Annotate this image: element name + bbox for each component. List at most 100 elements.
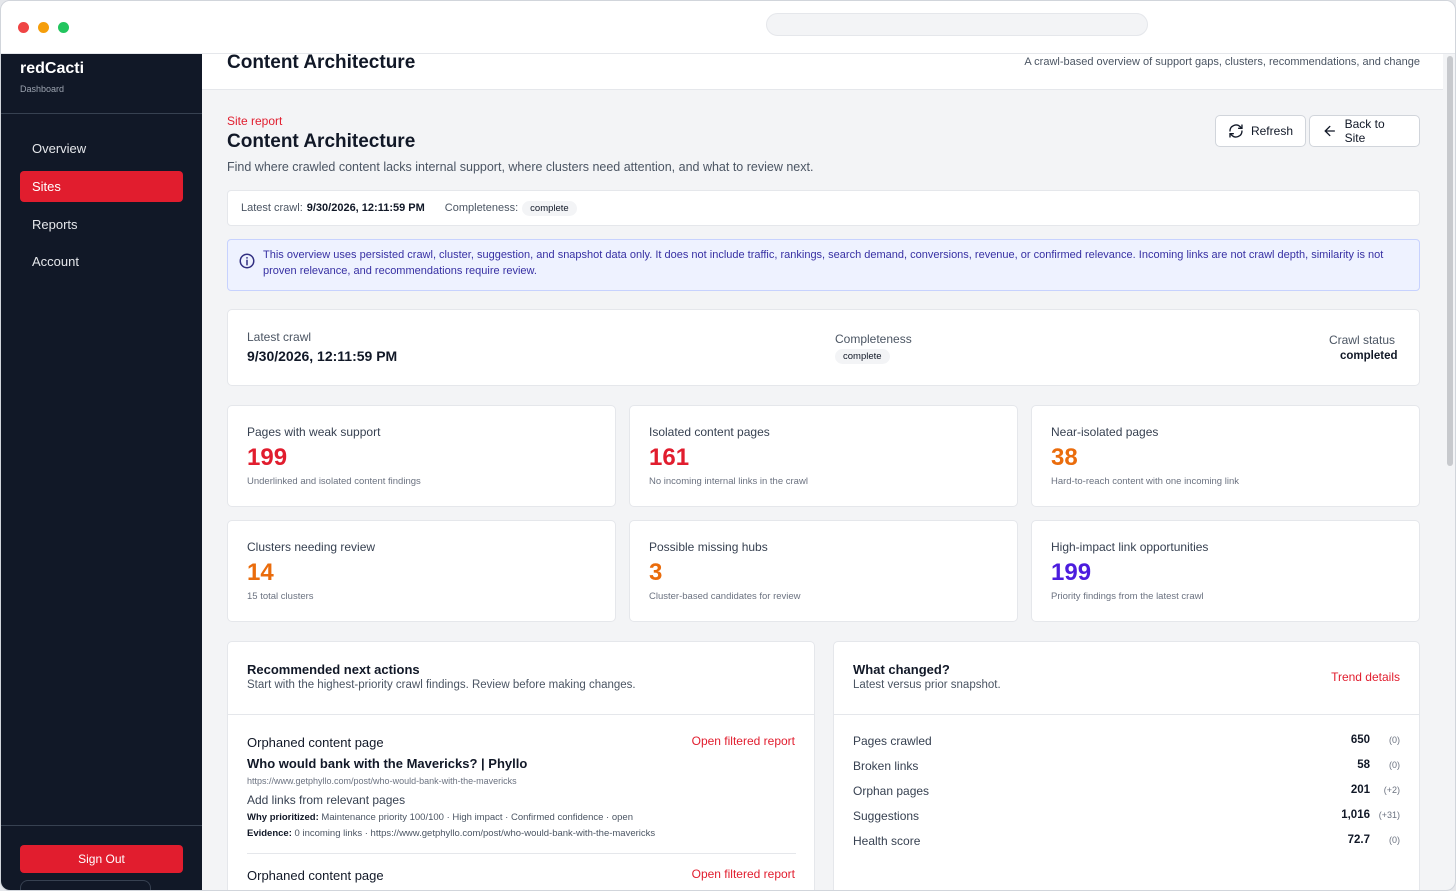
- arrow-left-icon: [1324, 125, 1335, 137]
- open-filtered-report-link[interactable]: Open filtered report: [692, 867, 795, 881]
- metric-value: 199: [247, 444, 288, 471]
- metric-value: 161: [649, 444, 690, 471]
- action-recommendation: Add links from relevant pages: [247, 793, 406, 807]
- app-window: redCacti Dashboard Overview Sites Report…: [0, 0, 1456, 891]
- actions-title: Recommended next actions: [247, 662, 420, 677]
- summary-completeness-label: Completeness: [835, 332, 912, 346]
- change-row-suggestions: Suggestions 1,016 (+31): [853, 809, 1400, 825]
- summary-status-label: Crawl status: [1328, 333, 1395, 347]
- change-label: Broken links: [853, 759, 919, 773]
- what-changed-panel: What changed? Latest versus prior snapsh…: [833, 641, 1420, 890]
- metric-value: 3: [649, 559, 663, 586]
- refresh-icon: [1229, 124, 1243, 138]
- metric-description: Underlinked and isolated content finding…: [247, 476, 421, 487]
- metric-description: Cluster-based candidates for review: [649, 591, 801, 602]
- data-scope-notice: This overview uses persisted crawl, clus…: [227, 239, 1420, 291]
- change-label: Suggestions: [853, 809, 920, 823]
- metric-label: Clusters needing review: [247, 540, 376, 554]
- panel-divider: [834, 714, 1419, 715]
- metric-card-near-isolated[interactable]: Near-isolated pages 38 Hard-to-reach con…: [1031, 405, 1420, 507]
- sidebar-item-reports[interactable]: Reports: [20, 209, 183, 240]
- metric-card-missing-hubs[interactable]: Possible missing hubs 3 Cluster-based ca…: [629, 520, 1018, 622]
- sidebar-item-account[interactable]: Account: [20, 246, 183, 277]
- sidebar-footer-toolbar: [20, 880, 151, 890]
- metric-card-isolated-pages[interactable]: Isolated content pages 161 No incoming i…: [629, 405, 1018, 507]
- change-delta: (0): [1389, 760, 1400, 770]
- summary-status-value: completed: [1340, 350, 1398, 362]
- back-to-site-button[interactable]: Back to Site: [1309, 115, 1420, 147]
- metric-card-clusters-review[interactable]: Clusters needing review 14 15 total clus…: [227, 520, 616, 622]
- metric-value: 14: [247, 559, 274, 586]
- action-type: Orphaned content page: [247, 868, 384, 883]
- minimize-window-button[interactable]: [38, 22, 49, 33]
- change-row-orphan-pages: Orphan pages 201 (+2): [853, 784, 1400, 800]
- action-type: Orphaned content page: [247, 735, 384, 750]
- metric-label: Pages with weak support: [247, 425, 381, 439]
- metric-card-link-opportunities[interactable]: High-impact link opportunities 199 Prior…: [1031, 520, 1420, 622]
- back-to-site-label: Back to Site: [1344, 117, 1385, 145]
- change-delta: (0): [1389, 835, 1400, 845]
- metric-label: Near-isolated pages: [1051, 425, 1159, 439]
- sidebar-item-overview[interactable]: Overview: [20, 133, 183, 164]
- brand-subtitle: Dashboard: [20, 84, 65, 94]
- change-value: 58: [1357, 759, 1370, 771]
- metric-description: 15 total clusters: [247, 591, 314, 602]
- completeness-badge: complete: [522, 200, 577, 216]
- metric-description: Hard-to-reach content with one incoming …: [1051, 476, 1239, 487]
- crawl-info-bar: Latest crawl: 9/30/2026, 12:11:59 PM Com…: [227, 190, 1420, 226]
- action-page-url[interactable]: https://www.getphyllo.com/post/who-would…: [247, 776, 517, 786]
- sign-out-button[interactable]: Sign Out: [20, 845, 183, 873]
- trend-details-link[interactable]: Trend details: [1331, 670, 1400, 684]
- metric-description: Priority findings from the latest crawl: [1051, 591, 1204, 602]
- maximize-window-button[interactable]: [58, 22, 69, 33]
- vertical-scrollbar[interactable]: [1447, 56, 1453, 466]
- evidence-value: 0 incoming links · https://www.getphyllo…: [294, 828, 656, 839]
- page-header: Content Architecture A crawl-based overv…: [202, 54, 1443, 90]
- action-page-title[interactable]: Who would bank with the Mavericks? | Phy…: [247, 756, 527, 771]
- title-bar: [1, 1, 1455, 54]
- evidence-label: Evidence:: [247, 828, 292, 839]
- change-delta: (0): [1389, 735, 1400, 745]
- change-label: Health score: [853, 834, 921, 848]
- metric-value: 38: [1051, 444, 1078, 471]
- change-row-broken-links: Broken links 58 (0): [853, 759, 1400, 775]
- address-bar[interactable]: [766, 13, 1148, 36]
- recommended-actions-panel: Recommended next actions Start with the …: [227, 641, 815, 890]
- metric-description: No incoming internal links in the crawl: [649, 476, 808, 487]
- summary-latest-value: 9/30/2026, 12:11:59 PM: [247, 348, 398, 364]
- metric-label: Possible missing hubs: [649, 540, 768, 554]
- refresh-label: Refresh: [1250, 124, 1293, 138]
- action-why-prioritized: Why prioritized: Maintenance priority 10…: [247, 812, 633, 823]
- refresh-button[interactable]: Refresh: [1215, 115, 1306, 147]
- header-title: Content Architecture: [227, 54, 416, 73]
- crawl-summary-card: Latest crawl 9/30/2026, 12:11:59 PM Comp…: [227, 309, 1420, 386]
- change-value: 650: [1350, 734, 1370, 746]
- change-row-pages-crawled: Pages crawled 650 (0): [853, 734, 1400, 750]
- change-label: Pages crawled: [853, 734, 932, 748]
- change-value: 1,016: [1341, 809, 1370, 821]
- notice-text: This overview uses persisted crawl, clus…: [263, 249, 1384, 277]
- sidebar-divider: [1, 113, 202, 114]
- page-description: Find where crawled content lacks interna…: [227, 160, 814, 174]
- metric-card-weak-support[interactable]: Pages with weak support 199 Underlinked …: [227, 405, 616, 507]
- sidebar-item-sites[interactable]: Sites: [20, 171, 183, 202]
- change-value: 72.7: [1347, 834, 1370, 846]
- change-row-health-score: Health score 72.7 (0): [853, 834, 1400, 850]
- brand-name[interactable]: redCacti: [20, 60, 84, 78]
- changes-subtitle: Latest versus prior snapshot.: [853, 679, 1001, 691]
- summary-latest-label: Latest crawl: [247, 330, 312, 344]
- sidebar: redCacti Dashboard Overview Sites Report…: [1, 54, 202, 890]
- breadcrumb[interactable]: Site report: [227, 114, 282, 128]
- close-window-button[interactable]: [18, 22, 29, 33]
- latest-crawl-value: 9/30/2026, 12:11:59 PM: [306, 202, 425, 214]
- page-title: Content Architecture: [227, 131, 416, 152]
- completeness-label: Completeness:: [444, 202, 519, 214]
- why-label: Why prioritized:: [247, 812, 319, 823]
- open-filtered-report-link[interactable]: Open filtered report: [692, 734, 795, 748]
- panel-divider: [228, 714, 814, 715]
- change-delta: (+31): [1378, 810, 1400, 820]
- sidebar-divider: [1, 825, 202, 826]
- action-divider: [247, 853, 796, 854]
- summary-completeness-badge: complete: [835, 349, 890, 364]
- change-delta: (+2): [1383, 785, 1400, 795]
